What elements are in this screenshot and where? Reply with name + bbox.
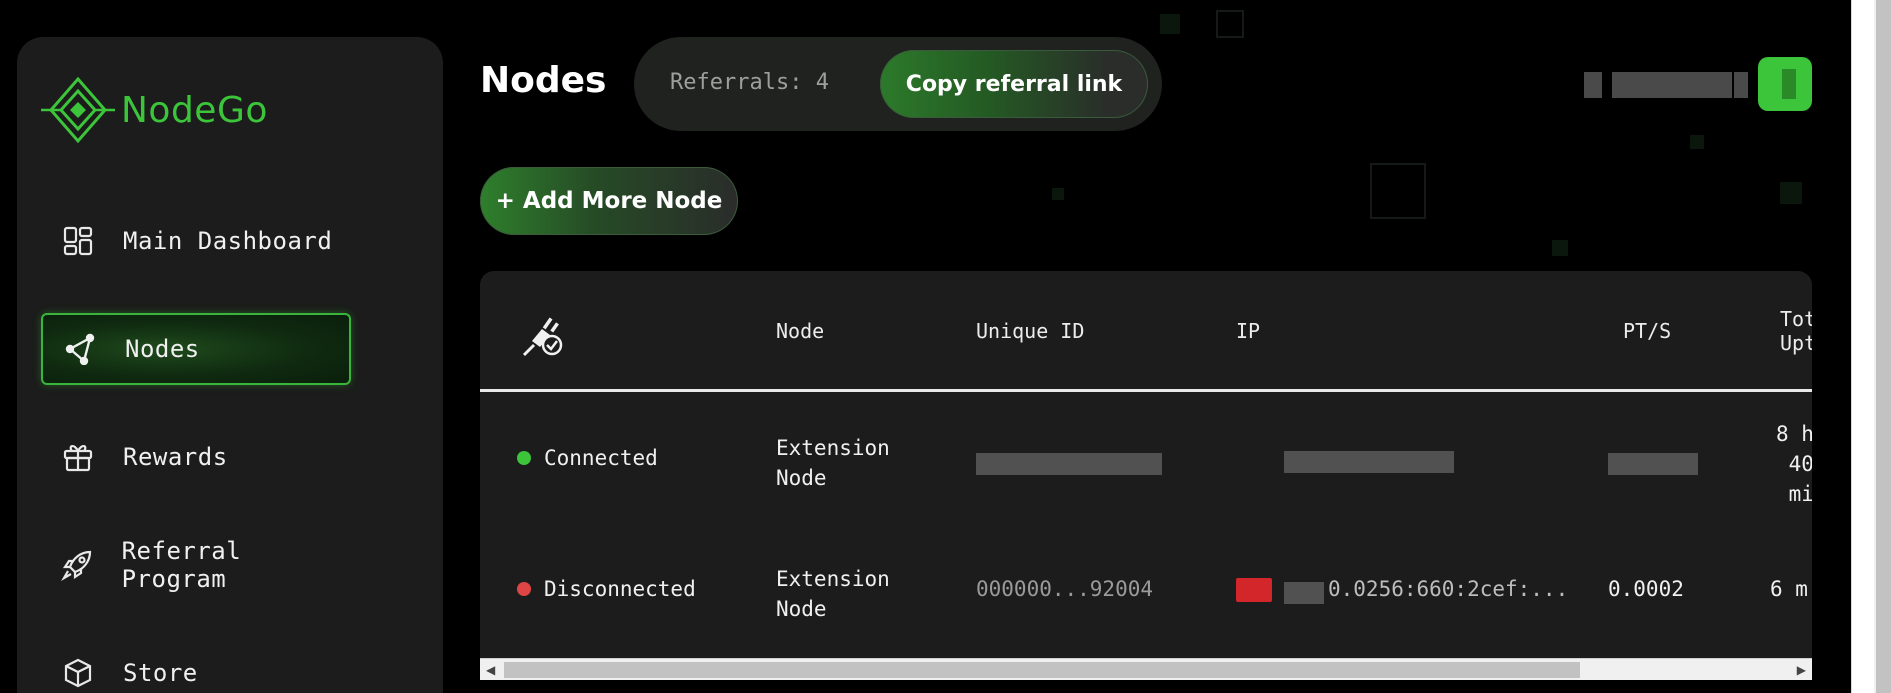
status-text: Disconnected [544, 577, 696, 601]
status-text: Connected [544, 446, 658, 470]
sidebar-item-nodes[interactable]: Nodes [41, 313, 351, 385]
column-header-total-uptime[interactable]: TotUpti [1780, 307, 1812, 355]
horizontal-scrollbar[interactable]: ◀ ▶ [480, 658, 1812, 680]
scroll-right-arrow-icon[interactable]: ▶ [1797, 663, 1806, 677]
bg-square [1690, 135, 1704, 149]
column-header-ip[interactable]: IP [1236, 319, 1260, 343]
gift-icon [61, 440, 95, 474]
status-dot-disconnected [517, 582, 531, 596]
bg-square [1052, 188, 1064, 200]
nodego-logo-icon [41, 76, 115, 144]
logo-text: NodeGo [121, 89, 268, 131]
wallet-address-redacted [1584, 72, 1754, 100]
unique-id: 000000...92004 [976, 577, 1154, 601]
nodes-share-icon [63, 332, 97, 366]
column-header-node[interactable]: Node [776, 319, 824, 343]
sidebar-item-label: Nodes [125, 335, 200, 363]
uptime: 6 m [1770, 577, 1808, 601]
column-header-pts[interactable]: PT/S [1623, 319, 1671, 343]
scroll-left-arrow-icon[interactable]: ◀ [486, 663, 495, 677]
dashboard-grid-icon [61, 224, 95, 258]
node-type: Extension Node [776, 436, 890, 490]
bg-square [1160, 14, 1180, 34]
vertical-scrollbar-thumb[interactable] [1876, 0, 1891, 693]
pts-value: 0.0002 [1608, 577, 1684, 601]
sidebar-item-label: Store [123, 659, 198, 687]
sidebar-item-label: Main Dashboard [123, 227, 333, 255]
column-header-unique-id[interactable]: Unique ID [976, 319, 1084, 343]
sidebar-item-label: Referral Program [121, 537, 242, 593]
copy-referral-link-button[interactable]: Copy referral link [880, 50, 1148, 118]
box-icon [61, 656, 95, 690]
bg-square [1780, 182, 1802, 204]
sidebar-item-main-dashboard[interactable]: Main Dashboard [41, 205, 351, 277]
table-row[interactable]: Connected Extension Node 8 h 40 mi [480, 395, 1812, 525]
uptime: 8 h 40 mi [1776, 422, 1812, 506]
sidebar-item-referral-program[interactable]: Referral Program [41, 529, 351, 601]
node-type: Extension Node [776, 567, 890, 621]
ip-address: 0.0256:660:2cef:... [1328, 577, 1569, 601]
avatar[interactable] [1758, 57, 1812, 111]
country-flag-icon [1236, 578, 1272, 602]
table-row[interactable]: Disconnected Extension Node 000000...9200… [480, 526, 1812, 656]
page-title: Nodes [480, 60, 607, 101]
table-header: Node Unique ID IP PT/S TotUpti [480, 271, 1812, 392]
pts-redacted [1608, 453, 1698, 475]
status-dot-connected [517, 451, 531, 465]
plug-check-icon [522, 317, 563, 357]
ip-redacted [1284, 451, 1454, 473]
vertical-scrollbar-rail [1852, 0, 1874, 693]
bg-square [1552, 240, 1568, 256]
rocket-icon [61, 548, 94, 582]
bg-square [1370, 163, 1426, 219]
sidebar: NodeGo Main Dashboard Nodes Rewards Refe… [17, 37, 443, 693]
logo[interactable]: NodeGo [41, 75, 268, 145]
sidebar-item-store[interactable]: Store [41, 637, 351, 693]
referral-pill: Referrals: 4 Copy referral link [634, 37, 1162, 131]
sidebar-item-label: Rewards [123, 443, 228, 471]
add-more-node-button[interactable]: + Add More Node [480, 167, 738, 235]
ip-redacted [1284, 582, 1324, 604]
nodes-table: Node Unique ID IP PT/S TotUpti Connected… [480, 271, 1812, 680]
sidebar-item-rewards[interactable]: Rewards [41, 421, 351, 493]
bg-square [1216, 10, 1244, 38]
unique-id-redacted [976, 453, 1162, 475]
referrals-count: Referrals: 4 [670, 70, 829, 95]
vertical-scrollbar[interactable] [1851, 0, 1891, 693]
horizontal-scrollbar-thumb[interactable] [504, 662, 1580, 678]
